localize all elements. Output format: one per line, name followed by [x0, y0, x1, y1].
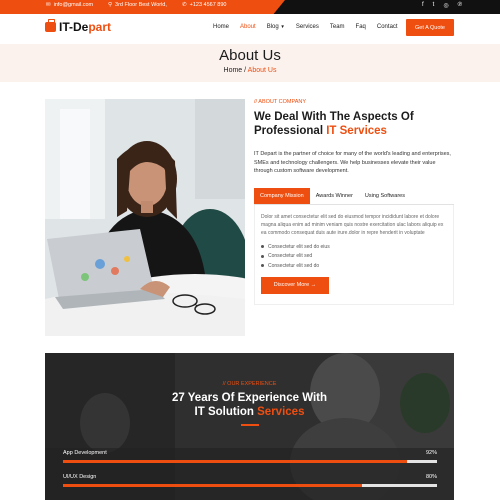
about-description: IT Depart is the partner of choice for m… — [254, 151, 451, 174]
topbar-phone[interactable]: ✆ +123 4567 890 — [182, 2, 226, 8]
experience-title-line2-plain: IT Solution — [194, 406, 258, 418]
logo-text-part1: IT-De — [59, 20, 89, 34]
phone-icon: ✆ — [182, 2, 187, 8]
social-links: f t ◎ ℗ — [422, 2, 462, 9]
experience-title-line1: 27 Years Of Experience With — [171, 392, 327, 404]
list-item: Consectetur elit sed do eius — [261, 244, 447, 250]
skill-track — [63, 460, 437, 463]
experience-title: 27 Years Of Experience With IT Solution … — [45, 391, 454, 419]
skill-fill — [63, 484, 363, 487]
skill-percent: 92% — [425, 450, 437, 456]
twitter-icon[interactable]: t — [433, 2, 435, 9]
tab-using-softwares[interactable]: Using Softwares — [359, 188, 411, 204]
bullet-icon — [261, 264, 264, 267]
get-a-quote-button[interactable]: Get A Quote — [406, 19, 454, 36]
skill-bar-ui-ux-design: UI/UX Design 80% — [63, 474, 437, 487]
list-item: Consectetur elit sed — [261, 253, 447, 259]
topbar-email-text: info@gmail.com — [53, 2, 94, 8]
topbar-phone-text: +123 4567 890 — [189, 2, 227, 8]
topbar-address: ⚲ 3rd Floor Best World, — [108, 2, 167, 8]
bullet-icon — [261, 245, 264, 248]
list-item-text: Consectetur elit sed do — [268, 262, 320, 269]
discover-more-button[interactable]: Discover More → — [261, 276, 329, 294]
briefcase-icon — [45, 19, 56, 32]
page-title: About Us — [219, 47, 281, 64]
skill-percent: 80% — [425, 474, 437, 480]
about-photo — [45, 99, 245, 336]
about-title-line2-plain: Professional — [254, 125, 327, 137]
topbar-address-text: 3rd Floor Best World, — [115, 2, 167, 8]
top-bar: ✉ info@gmail.com ⚲ 3rd Floor Best World,… — [0, 0, 500, 14]
tab-panel: Dolor sit amet consectetur elit sed do e… — [254, 204, 454, 305]
breadcrumb-current: About Us — [247, 67, 277, 74]
envelope-icon: ✉ — [46, 2, 51, 8]
experience-title-line2-accent: Services — [257, 406, 305, 418]
tab-panel-text: Dolor sit amet consectetur elit sed do e… — [261, 213, 444, 236]
nav-item-contact[interactable]: Contact — [377, 24, 398, 30]
experience-title-line2: IT Solution Services — [45, 405, 454, 419]
tab-awards-winner[interactable]: Awards Winner — [310, 188, 359, 204]
skill-fill — [63, 460, 408, 463]
logo-text-part2: part — [88, 20, 112, 34]
title-underline — [240, 424, 259, 426]
breadcrumb-home[interactable]: Home — [224, 67, 243, 74]
nav-item-blog[interactable]: Blog ▼ — [267, 24, 285, 30]
list-item-text: Consectetur elit sed — [268, 253, 313, 259]
topbar-email[interactable]: ✉ info@gmail.com — [46, 2, 93, 8]
list-item-text: Consectetur elit sed do eius — [268, 243, 330, 250]
list-item: Consectetur elit sed do — [261, 263, 447, 269]
nav-item-about[interactable]: About — [240, 24, 256, 30]
about-title-line2-accent: IT Services — [326, 125, 387, 137]
experience-section: // OUR EXPERIENCE 27 Years Of Experience… — [45, 353, 454, 500]
about-title-line2: Professional IT Services — [254, 124, 454, 138]
nav-item-faq[interactable]: Faq — [356, 24, 366, 30]
skill-bar-app-development: App Development 92% — [63, 450, 437, 463]
map-pin-icon: ⚲ — [108, 2, 113, 8]
about-tabs: Company Mission Awards Winner Using Soft… — [254, 187, 454, 205]
skill-name: UI/UX Design — [63, 474, 97, 480]
skill-track — [63, 484, 437, 487]
nav-item-home[interactable]: Home — [213, 24, 229, 30]
page-banner: About Us Home / About Us — [0, 44, 500, 82]
nav-item-services[interactable]: Services — [296, 24, 319, 30]
tab-company-mission[interactable]: Company Mission — [254, 187, 310, 204]
experience-heading: // OUR EXPERIENCE 27 Years Of Experience… — [45, 381, 454, 426]
about-title: We Deal With The Aspects Of Professional… — [254, 110, 454, 138]
pinterest-icon[interactable]: ℗ — [458, 2, 462, 9]
site-logo[interactable]: IT-De part — [45, 19, 112, 34]
bullet-icon — [261, 254, 264, 258]
woman-with-laptop-image — [45, 99, 245, 336]
nav-item-blog-label: Blog — [266, 24, 279, 30]
about-tag: // ABOUT COMPANY — [254, 99, 307, 105]
nav-menu: Home About Blog ▼ Services Team Faq Cont… — [213, 24, 398, 30]
facebook-icon[interactable]: f — [422, 2, 424, 9]
experience-tag: // OUR EXPERIENCE — [222, 381, 277, 387]
instagram-icon[interactable]: ◎ — [443, 2, 448, 9]
skill-name: App Development — [63, 450, 107, 456]
about-content: // ABOUT COMPANY We Deal With The Aspect… — [254, 99, 454, 305]
bullet-list: Consectetur elit sed do eius Consectetur… — [261, 244, 447, 269]
nav-item-team[interactable]: Team — [330, 24, 345, 30]
about-title-line1: We Deal With The Aspects Of — [254, 111, 414, 123]
main-nav: IT-De part Home About Blog ▼ Services Tea… — [0, 14, 500, 44]
caret-down-icon: ▼ — [280, 24, 285, 29]
breadcrumb: Home / About Us — [0, 67, 500, 74]
